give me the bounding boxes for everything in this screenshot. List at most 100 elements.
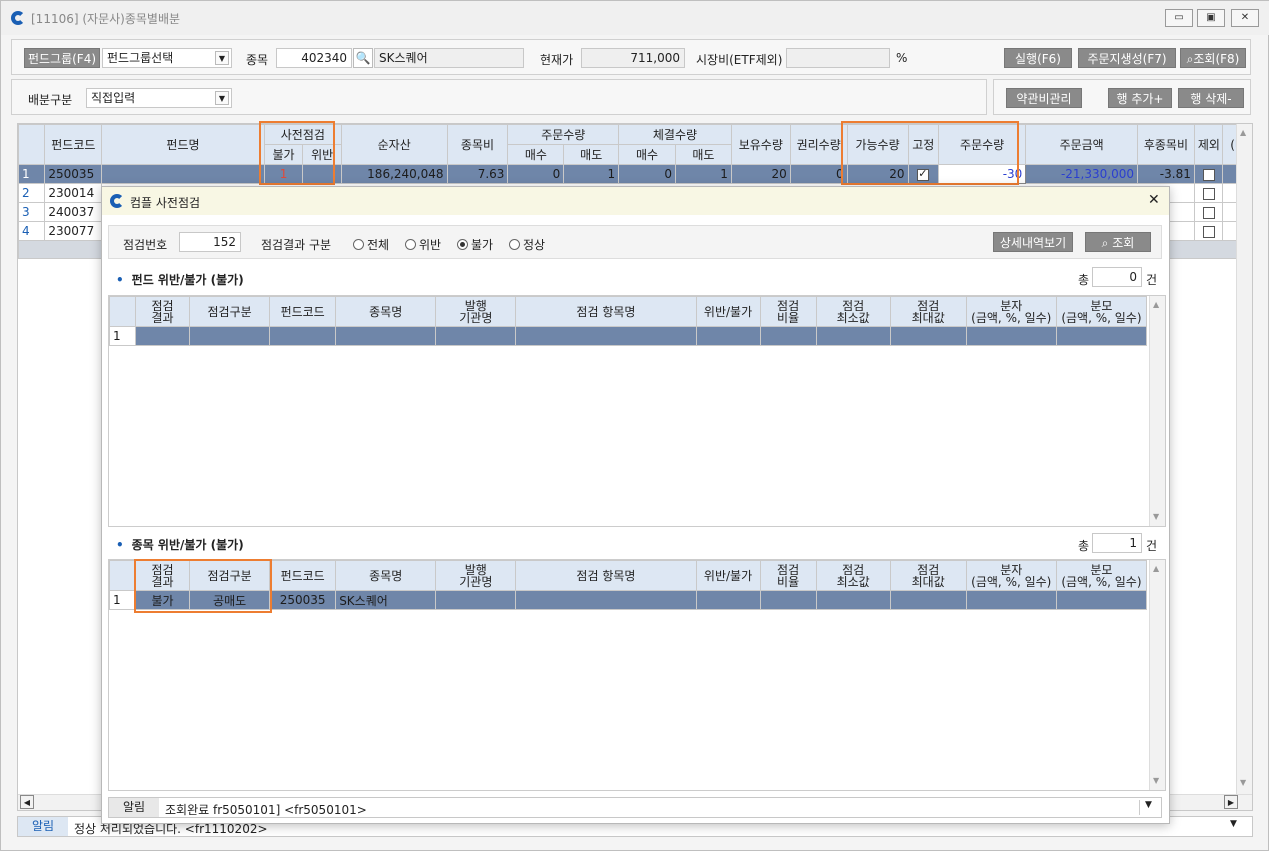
dialog-alert-bar: 알림 조회완료 fr5050101] <fr5050101> ▼ — [108, 797, 1162, 818]
exec-sell-cell[interactable]: 1 — [674, 164, 732, 184]
exclude-checkbox[interactable] — [1202, 225, 1215, 238]
cell[interactable] — [965, 590, 1057, 610]
fund-grid-scrollbar[interactable]: ▲ ▼ — [1149, 296, 1165, 526]
radio-violation-icon[interactable] — [405, 239, 416, 250]
cell[interactable] — [1055, 326, 1148, 346]
cell[interactable] — [759, 590, 817, 610]
rownum-header — [109, 560, 137, 591]
order-qty2-header: 주문수량 — [937, 124, 1027, 165]
exclude-checkbox[interactable] — [1202, 206, 1215, 219]
cell[interactable] — [269, 326, 337, 346]
scroll-right-icon[interactable]: ▶ — [1224, 795, 1238, 809]
scroll-up-icon[interactable]: ▲ — [1153, 300, 1159, 309]
result-cell[interactable]: 불가 — [135, 590, 191, 610]
fund-section-title: 펀드 위반/불가 (불가) — [116, 271, 244, 288]
scroll-down-icon[interactable]: ▼ — [1240, 778, 1246, 787]
exec-buy-cell[interactable]: 0 — [618, 164, 676, 184]
scroll-down-icon[interactable]: ▼ — [1153, 512, 1159, 521]
order-amount-cell[interactable]: -21,330,000 — [1025, 164, 1138, 184]
radio-normal-icon[interactable] — [509, 239, 520, 250]
exclude-checkbox-cell[interactable] — [1193, 221, 1224, 241]
fee-manage-button[interactable]: 약관비관리 — [1006, 88, 1082, 108]
exclude-checkbox-cell[interactable] — [1193, 183, 1224, 203]
exclude-checkbox-cell[interactable] — [1193, 164, 1224, 184]
fund-name-cell[interactable] — [101, 164, 265, 184]
run-button[interactable]: 실행(F6) — [1004, 48, 1072, 68]
cell[interactable] — [189, 326, 271, 346]
hold-qty-cell[interactable]: 20 — [730, 164, 791, 184]
search-button[interactable]: ⌕조회(F8) — [1180, 48, 1246, 68]
stock-name-cell[interactable]: SK스퀘어 — [335, 590, 437, 610]
order-buy-cell[interactable]: 0 — [507, 164, 565, 184]
fund-code-cell[interactable]: 240037 — [44, 202, 103, 222]
close-icon[interactable]: ✕ — [1148, 192, 1160, 208]
cell[interactable] — [1055, 590, 1148, 610]
cell[interactable] — [695, 326, 761, 346]
fixed-checkbox-cell[interactable] — [907, 164, 939, 184]
chevron-down-icon[interactable]: ▼ — [1230, 819, 1237, 829]
fund-code-cell[interactable]: 230014 — [44, 183, 103, 203]
radio-all-icon[interactable] — [353, 239, 364, 250]
scroll-left-icon[interactable]: ◀ — [20, 795, 34, 809]
right-qty-cell[interactable]: 0 — [789, 164, 848, 184]
cell[interactable] — [889, 590, 967, 610]
fund-group-button[interactable]: 펀드그룹(F4) — [24, 48, 100, 68]
cell[interactable] — [965, 326, 1057, 346]
cell[interactable] — [515, 326, 697, 346]
radio-violation[interactable]: 위반 — [405, 236, 441, 253]
after-ratio-cell[interactable]: -3.81 — [1137, 164, 1195, 184]
add-row-button[interactable]: 행 추가+ — [1108, 88, 1172, 108]
cell[interactable] — [695, 590, 761, 610]
exclude-checkbox[interactable] — [1202, 187, 1215, 200]
order-generate-button[interactable]: 주문지생성(F7) — [1078, 48, 1176, 68]
search-icon[interactable]: 🔍 — [353, 48, 373, 68]
table-row[interactable]: 1 — [109, 326, 1148, 346]
radio-impossible[interactable]: 불가 — [457, 236, 493, 253]
fund-grid-area: 점검 결과 점검구분 펀드코드 종목명 발행 기관명 점검 항목명 위반/불가 점검… — [108, 295, 1166, 527]
scroll-down-icon[interactable]: ▼ — [1153, 776, 1159, 785]
net-asset-cell[interactable]: 186,240,048 — [340, 164, 448, 184]
minimize-button[interactable]: ▭ — [1165, 9, 1193, 27]
radio-impossible-icon[interactable] — [457, 239, 468, 250]
scroll-up-icon[interactable]: ▲ — [1153, 564, 1159, 573]
stock-grid-scrollbar[interactable]: ▲ ▼ — [1149, 560, 1165, 790]
order-qty-input[interactable]: -30 — [937, 164, 1027, 184]
close-window-button[interactable]: ✕ — [1231, 9, 1259, 27]
fund-code-cell[interactable]: 250035 — [269, 590, 337, 610]
exclude-checkbox-cell[interactable] — [1193, 202, 1224, 222]
chevron-down-icon[interactable]: ▼ — [1139, 800, 1157, 815]
maximize-button[interactable]: ▣ — [1197, 9, 1225, 27]
alloc-select[interactable]: 직접입력 ▼ — [86, 88, 232, 108]
cell[interactable] — [889, 326, 967, 346]
radio-normal[interactable]: 정상 — [509, 236, 545, 253]
avail-qty-cell[interactable]: 20 — [846, 164, 909, 184]
fund-code-cell[interactable]: 230077 — [44, 221, 103, 241]
cell[interactable] — [815, 326, 891, 346]
cell[interactable] — [435, 590, 517, 610]
fund-group-select[interactable]: 펀드그룹선택 ▼ — [102, 48, 232, 68]
delete-row-button[interactable]: 행 삭제- — [1178, 88, 1244, 108]
cell[interactable] — [335, 326, 437, 346]
stock-ratio-cell[interactable]: 7.63 — [446, 164, 509, 184]
cell[interactable] — [135, 326, 191, 346]
fund-code-cell[interactable]: 250035 — [44, 164, 103, 184]
fixed-checkbox[interactable] — [917, 167, 930, 181]
detail-view-button[interactable]: 상세내역보기 — [993, 232, 1073, 252]
precheck-viol-cell[interactable] — [302, 164, 342, 184]
radio-all[interactable]: 전체 — [353, 236, 389, 253]
dialog-search-button[interactable]: ⌕ 조회 — [1085, 232, 1151, 252]
cell[interactable] — [815, 590, 891, 610]
precheck-no-cell[interactable]: 1 — [263, 164, 304, 184]
table-row[interactable]: 1 불가 공매도 250035 SK스퀘어 — [109, 590, 1148, 610]
table-row[interactable]: 1 250035 1 186,240,048 7.63 0 1 0 1 20 0… — [18, 164, 1252, 184]
cell[interactable] — [435, 326, 517, 346]
cell[interactable] — [515, 590, 697, 610]
check-no-input[interactable]: 152 — [179, 232, 241, 252]
cell[interactable] — [759, 326, 817, 346]
order-sell-cell[interactable]: 1 — [563, 164, 620, 184]
type-cell[interactable]: 공매도 — [189, 590, 271, 610]
scroll-up-icon[interactable]: ▲ — [1240, 128, 1246, 137]
stock-code-input[interactable]: 402340 — [276, 48, 352, 68]
main-vertical-scrollbar[interactable]: ▲ ▼ — [1236, 124, 1252, 794]
exclude-checkbox[interactable] — [1202, 168, 1215, 181]
